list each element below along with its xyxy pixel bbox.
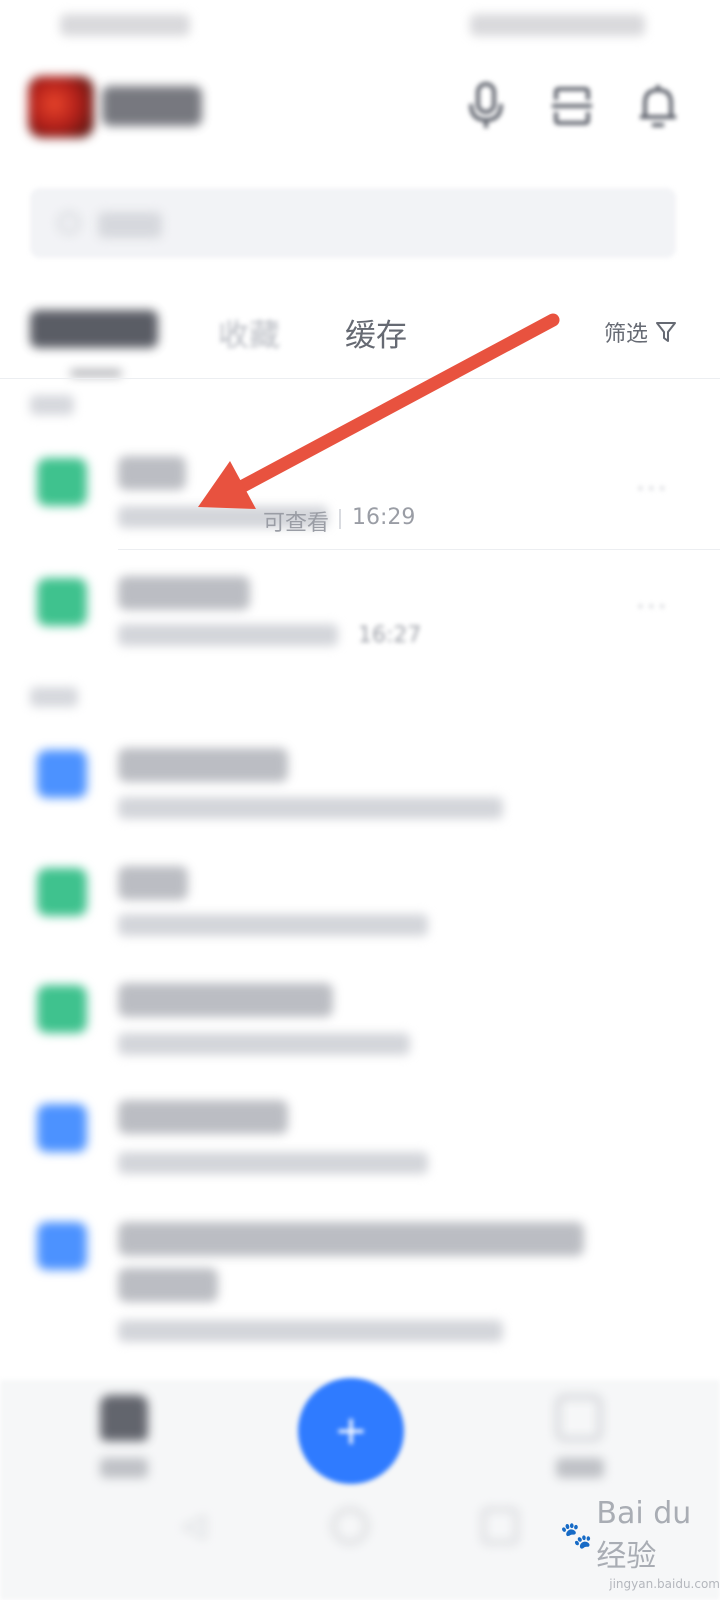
filter-icon [656, 322, 677, 342]
file-meta-visible: 可查看 [263, 511, 330, 536]
tab-cache[interactable]: 缓存 [345, 310, 407, 355]
file-meta [118, 1152, 428, 1174]
search-placeholder [98, 212, 162, 238]
nav-documents-icon[interactable] [556, 1395, 602, 1441]
file-title [118, 1222, 584, 1256]
file-icon-sheet [37, 578, 87, 626]
filter-button[interactable]: 筛选 [604, 316, 677, 348]
nav-home-label [100, 1458, 148, 1478]
tab-favorites[interactable]: 收藏 [218, 310, 280, 355]
scan-icon[interactable] [546, 80, 598, 132]
microphone-icon[interactable] [462, 80, 510, 132]
file-icon-doc [37, 1104, 87, 1152]
file-meta [118, 624, 338, 646]
user-name [102, 86, 202, 126]
system-back-icon[interactable]: ◁ [182, 1508, 220, 1546]
system-recents-icon[interactable] [482, 1508, 518, 1544]
file-title [118, 456, 186, 490]
system-home-icon[interactable] [332, 1508, 368, 1544]
tab-indicator [70, 370, 122, 376]
tabs-divider [0, 378, 720, 379]
status-bar-left [60, 14, 190, 36]
tab-recent[interactable] [30, 310, 158, 348]
file-meta [118, 1033, 410, 1055]
file-icon-doc [37, 750, 87, 798]
nav-home-icon[interactable] [100, 1395, 148, 1441]
file-meta [118, 1320, 503, 1342]
section-header-today [30, 395, 74, 415]
avatar[interactable] [28, 76, 94, 138]
watermark: 🐾 Bai du 经验 jingyan.baidu.com [560, 1496, 720, 1591]
file-meta [118, 797, 503, 819]
file-time: 16:27 [358, 623, 422, 648]
search-icon [58, 212, 80, 234]
file-icon-sheet [37, 985, 87, 1033]
section-header-earlier [30, 687, 78, 707]
status-bar-right [470, 14, 645, 36]
watermark-text: Bai du 经验 [596, 1496, 692, 1574]
file-title [118, 576, 250, 610]
more-options-icon[interactable]: ··· [636, 472, 669, 505]
file-icon-doc [37, 1222, 87, 1270]
create-button[interactable]: + [298, 1378, 404, 1484]
file-meta [118, 914, 428, 936]
file-title [118, 866, 188, 900]
file-title [118, 1100, 288, 1134]
file-icon-sheet [37, 868, 87, 916]
watermark-logo: 🐾 Bai du 经验 [560, 1496, 720, 1575]
file-icon-sheet [37, 458, 87, 506]
paw-icon: 🐾 [560, 1520, 593, 1551]
watermark-url: jingyan.baidu.com [609, 1577, 720, 1591]
bell-icon[interactable] [632, 80, 684, 132]
filter-label: 筛选 [604, 322, 649, 347]
file-title-line-2 [118, 1268, 218, 1302]
plus-icon: + [334, 1408, 368, 1454]
meta-separator [339, 509, 341, 529]
nav-documents-label [556, 1458, 604, 1478]
row-divider [118, 549, 720, 550]
file-time: 16:29 [352, 505, 416, 530]
file-title [118, 748, 288, 782]
more-options-icon[interactable]: ··· [636, 590, 669, 623]
file-title [118, 983, 333, 1017]
